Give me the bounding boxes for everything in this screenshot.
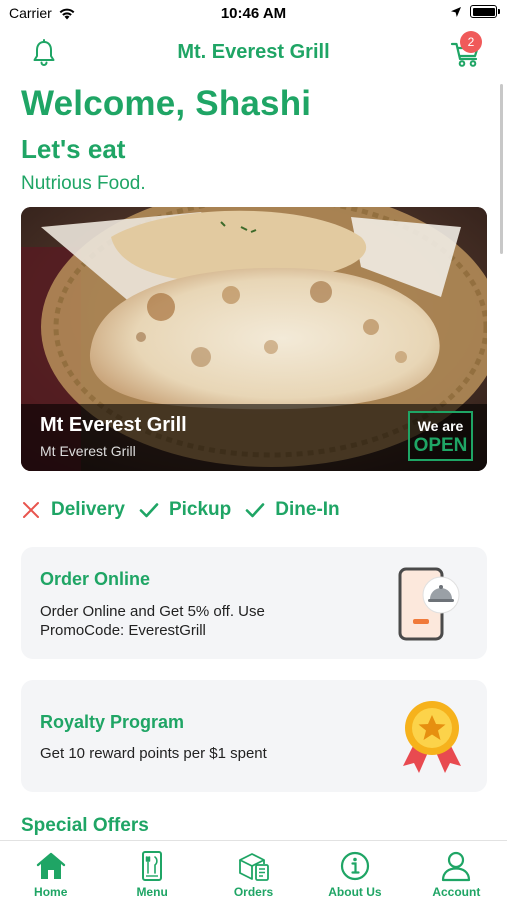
x-icon <box>23 502 39 518</box>
service-delivery: Delivery <box>21 499 125 521</box>
open-status-badge: We are OPEN <box>408 411 473 461</box>
location-arrow-icon <box>451 6 461 17</box>
app-header: Mt. Everest Grill 2 <box>0 28 507 78</box>
status-right <box>450 5 500 18</box>
app-title: Mt. Everest Grill <box>177 41 330 63</box>
scroll-indicator <box>500 84 503 254</box>
check-icon <box>139 503 159 518</box>
special-offers-heading: Special Offers <box>21 815 149 836</box>
restaurant-hero-card[interactable]: Mt Everest Grill Mt Everest Grill We are… <box>21 207 487 471</box>
tab-label: Orders <box>233 885 274 899</box>
welcome-heading: Welcome, Shashi <box>21 84 312 123</box>
status-time: 10:46 AM <box>220 5 287 22</box>
tagline: Nutrious Food. <box>21 173 146 194</box>
service-pickup: Pickup <box>139 499 231 521</box>
hero-restaurant-name: Mt Everest Grill <box>40 414 187 436</box>
tab-home[interactable]: Home <box>0 841 101 900</box>
tab-label: About Us <box>328 885 382 899</box>
tab-label: Account <box>432 885 481 899</box>
tab-label: Menu <box>136 885 168 899</box>
loyalty-program-card[interactable]: Royalty Program Get 10 reward points per… <box>21 680 487 792</box>
info-icon <box>340 851 370 881</box>
tab-about-us[interactable]: About Us <box>304 841 405 900</box>
phone-cloche-icon <box>398 567 460 641</box>
menu-icon <box>142 851 163 881</box>
card-body: Get 10 reward points per $1 spent <box>40 745 267 762</box>
card-body: Order Online and Get 5% off. Use PromoCo… <box>40 603 265 639</box>
service-label: Pickup <box>168 499 232 520</box>
service-label: Dine-In <box>275 499 340 520</box>
open-status-bottom: OPEN <box>413 435 468 456</box>
orders-icon <box>238 853 269 881</box>
headline: Let's eat <box>21 134 126 164</box>
service-label: Delivery <box>51 499 125 520</box>
tab-orders[interactable]: Orders <box>203 841 304 900</box>
card-title: Royalty Program <box>40 712 185 732</box>
check-icon <box>245 503 265 518</box>
tab-account[interactable]: Account <box>406 841 507 900</box>
card-title: Order Online <box>40 569 151 589</box>
tab-label: Home <box>34 885 68 899</box>
order-online-card[interactable]: Order Online Order Online and Get 5% off… <box>21 547 487 659</box>
open-status-top: We are <box>417 418 464 434</box>
status-bar: Carrier 10:46 AM <box>0 0 507 28</box>
home-icon <box>36 852 65 879</box>
service-dine-in: Dine-In <box>245 499 340 521</box>
bottom-tab-bar: Home Menu Orders About Us Account <box>0 840 507 900</box>
medal-icon <box>403 701 461 773</box>
account-icon <box>442 851 471 882</box>
battery-icon <box>470 5 500 18</box>
service-options: Delivery Pickup Dine-In <box>21 497 354 523</box>
hero-restaurant-subtitle: Mt Everest Grill <box>40 443 136 459</box>
tab-menu[interactable]: Menu <box>101 841 202 900</box>
cart-count-badge: 2 <box>460 31 482 53</box>
